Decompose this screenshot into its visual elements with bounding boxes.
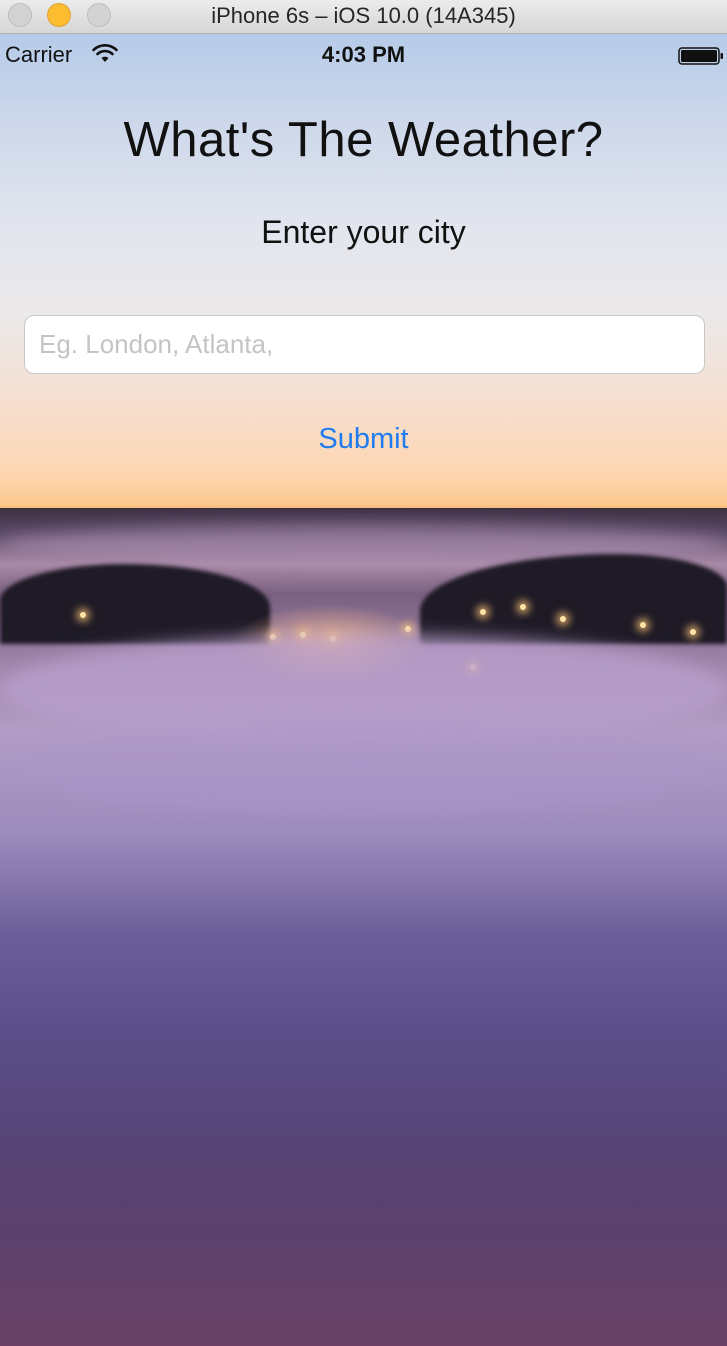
battery-icon [678, 47, 723, 65]
left-hill [0, 564, 270, 644]
horizon-line [0, 508, 727, 510]
device-screen: Carrier 4:03 PM What's The Weather? Ente… [0, 34, 727, 1346]
city-light [405, 626, 411, 632]
right-hill [420, 554, 727, 644]
city-prompt-label: Enter your city [261, 214, 466, 250]
simulator-window: iPhone 6s – iOS 10.0 (14A345) Carrier 4:… [0, 0, 727, 1346]
city-light [80, 612, 86, 618]
submit-button[interactable]: Submit [294, 422, 434, 457]
city-input[interactable] [24, 315, 705, 374]
city-light [480, 609, 486, 615]
window-titlebar: iPhone 6s – iOS 10.0 (14A345) [0, 0, 727, 34]
status-bar: Carrier 4:03 PM [0, 34, 727, 74]
window-title: iPhone 6s – iOS 10.0 (14A345) [211, 3, 516, 28]
city-light [640, 622, 646, 628]
status-time: 4:03 PM [321, 42, 406, 67]
city-light [520, 604, 526, 610]
app-title: What's The Weather? [123, 113, 604, 167]
city-light [690, 629, 696, 635]
fog-layer [0, 724, 727, 814]
city-light [560, 616, 566, 622]
